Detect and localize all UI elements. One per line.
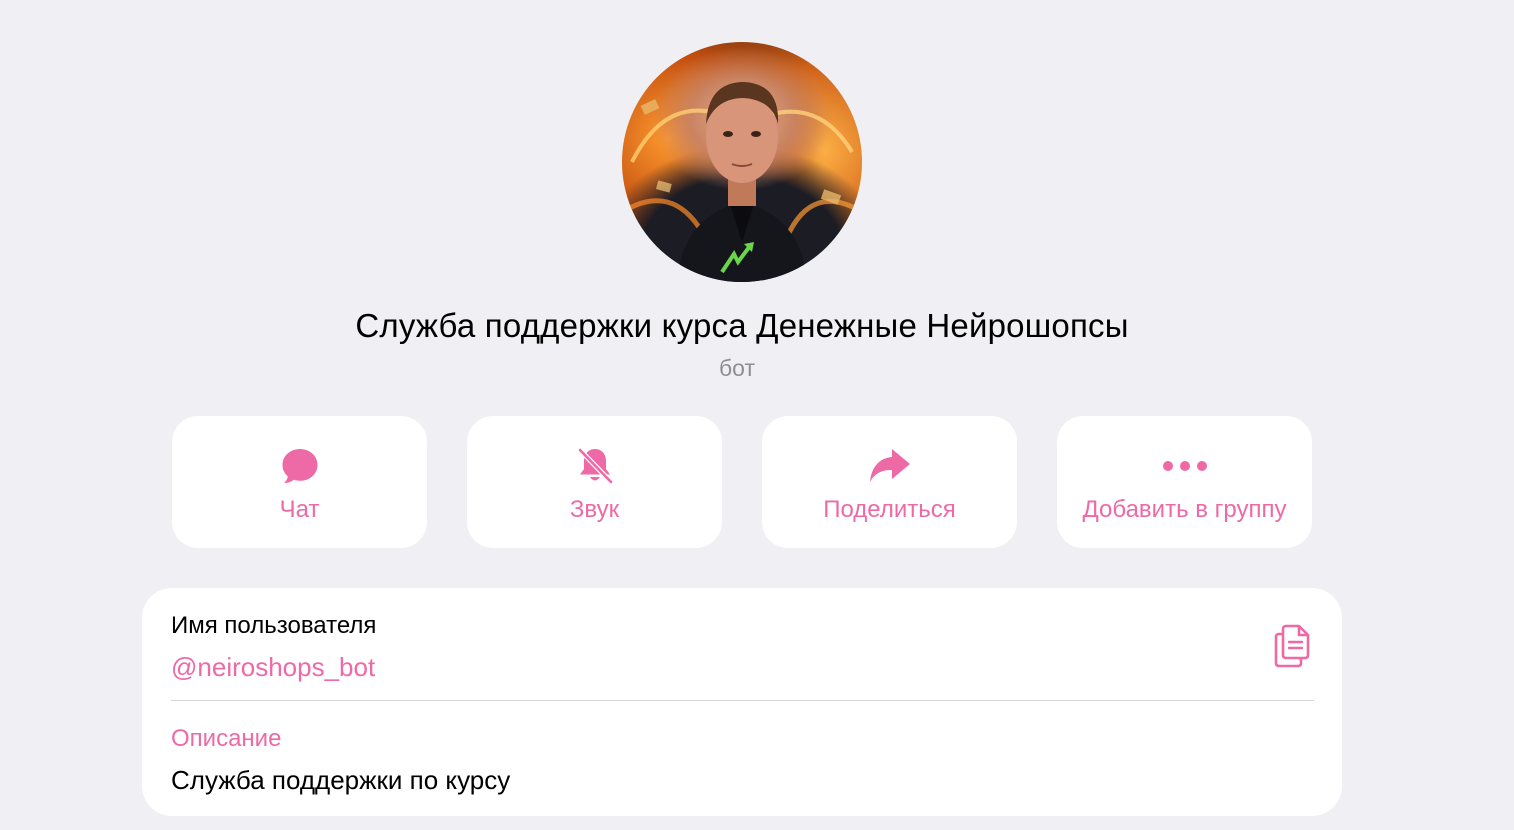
chat-bubble-icon (172, 446, 427, 486)
copy-username-button[interactable] (1270, 622, 1314, 670)
chat-button-label: Чат (279, 496, 320, 523)
info-divider (171, 700, 1314, 701)
share-button[interactable]: Поделиться (762, 416, 1017, 548)
info-card: Имя пользователя @neiroshops_bot Описани… (142, 588, 1342, 816)
username-link[interactable]: @neiroshops_bot (171, 652, 375, 683)
share-button-label: Поделиться (823, 496, 956, 523)
add-to-group-button[interactable]: Добавить в группу (1057, 416, 1312, 548)
profile-avatar[interactable] (622, 42, 862, 282)
avatar-illustration (622, 82, 862, 282)
sound-button[interactable]: Звук (467, 416, 722, 548)
description-label: Описание (171, 725, 282, 752)
sound-button-label: Звук (569, 496, 620, 523)
share-arrow-icon (762, 446, 1017, 486)
bot-profile-page: Служба поддержки курса Денежные Нейрошоп… (0, 0, 1514, 830)
more-dots-icon (1057, 446, 1312, 486)
description-text: Служба поддержки по курсу (171, 765, 511, 795)
chat-button[interactable]: Чат (172, 416, 427, 548)
username-label: Имя пользователя (171, 612, 377, 639)
bell-muted-icon (467, 446, 722, 486)
add-to-group-button-label: Добавить в группу (1082, 496, 1287, 523)
profile-name: Служба поддержки курса Денежные Нейрошоп… (355, 307, 1129, 344)
profile-type-label: бот (719, 355, 755, 381)
copy-icon (1274, 624, 1310, 668)
